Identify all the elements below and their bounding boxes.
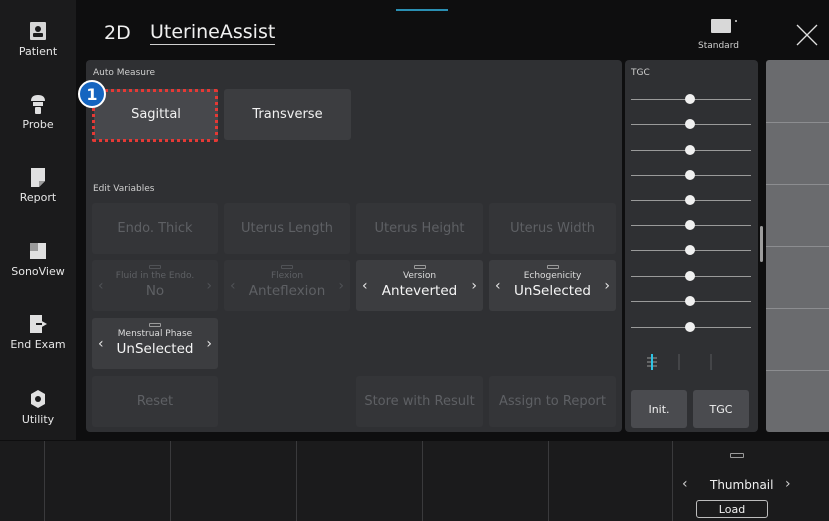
tgc-slider-handle[interactable] (685, 322, 695, 332)
tgc-slider-handle[interactable] (685, 271, 695, 281)
close-icon[interactable] (794, 22, 820, 48)
utility-icon (31, 390, 45, 408)
end-exam-icon (30, 315, 47, 333)
selector-value: Anteverted (381, 283, 458, 299)
thumbnail-divider (766, 370, 829, 371)
thumbnail-strip[interactable] (766, 60, 829, 432)
thumbnail-divider (766, 122, 829, 123)
bottom-divider (548, 441, 549, 521)
uterine-assist-panel: Auto Measure Sagittal Transverse Edit Va… (86, 60, 622, 432)
endo-thick-button[interactable]: Endo. Thick (92, 203, 218, 254)
sidebar-item-patient[interactable]: Patient (0, 20, 76, 58)
tgc-preset-curve-icon[interactable] (643, 350, 743, 374)
chevron-left-icon[interactable]: ‹ (682, 476, 688, 492)
tgc-slider-handle[interactable] (685, 94, 695, 104)
selector-caption: Fluid in the Endo. (115, 271, 195, 281)
chevron-right-icon[interactable]: › (604, 278, 610, 294)
selector-handle (149, 323, 161, 327)
selector-handle (149, 265, 161, 269)
imaging-mode: 2D (104, 22, 131, 44)
selector-caption: Version (402, 271, 437, 281)
sidebar-item-label: Report (19, 191, 57, 204)
preset-icon[interactable] (711, 19, 731, 33)
bottom-divider (296, 441, 297, 521)
echogenicity-selector[interactable]: ‹ Echogenicity UnSelected › (489, 260, 616, 311)
sidebar-item-label: SonoView (11, 265, 65, 278)
auto-measure-title: Auto Measure (93, 68, 156, 78)
selector-handle (413, 265, 426, 269)
uterus-width-button[interactable]: Uterus Width (489, 203, 616, 254)
page-title: UterineAssist (150, 21, 276, 45)
tgc-slider-handle[interactable] (685, 170, 695, 180)
assign-to-report-button[interactable]: Assign to Report (489, 376, 616, 427)
tgc-slider-handle[interactable] (685, 119, 695, 129)
menstrual-phase-selector[interactable]: ‹ Menstrual Phase UnSelected › (92, 318, 218, 369)
sidebar-item-label: Probe (22, 118, 54, 131)
uterus-length-button[interactable]: Uterus Length (224, 203, 350, 254)
thumbnail-divider (766, 246, 829, 247)
selector-caption: Echogenicity (523, 271, 582, 281)
preset-label[interactable]: Standard (698, 41, 739, 51)
version-selector[interactable]: ‹ Version Anteverted › (356, 260, 483, 311)
flexion-selector[interactable]: ‹ Flexion Anteflexion › (224, 260, 350, 311)
uterus-height-button[interactable]: Uterus Height (356, 203, 483, 254)
sidebar-item-end-exam[interactable]: End Exam (0, 313, 76, 351)
bottom-divider (672, 441, 673, 521)
sidebar-item-report[interactable]: Report (0, 166, 76, 204)
tgc-slider-handle[interactable] (685, 220, 695, 230)
selector-caption: Menstrual Phase (117, 329, 193, 339)
preset-indicator-dot (735, 20, 737, 22)
bottom-divider (44, 441, 45, 521)
chevron-right-icon[interactable]: › (785, 476, 791, 492)
patient-icon (30, 22, 46, 40)
tgc-panel: TGC Init. TGC (625, 60, 758, 432)
bottom-divider (170, 441, 171, 521)
tgc-slider-handle[interactable] (685, 296, 695, 306)
chevron-right-icon[interactable]: › (206, 278, 212, 294)
panel-resize-handle[interactable] (760, 226, 763, 262)
sidebar-item-label: Utility (21, 413, 55, 426)
selector-handle (281, 265, 293, 269)
step-badge: 1 (78, 80, 106, 108)
sidebar-item-sonoview[interactable]: SonoView (0, 240, 76, 278)
sidebar-item-utility[interactable]: Utility (0, 388, 76, 426)
thumbnail-label: Thumbnail (710, 478, 774, 492)
sonoview-icon (30, 243, 46, 259)
tgc-slider-handle[interactable] (685, 145, 695, 155)
sidebar-item-label: Patient (18, 45, 58, 58)
probe-icon (31, 95, 45, 114)
load-button[interactable]: Load (696, 500, 768, 518)
store-with-result-button[interactable]: Store with Result (356, 376, 483, 427)
left-sidebar: Patient Probe Report SonoView End Exam U… (0, 0, 76, 440)
reset-button[interactable]: Reset (92, 376, 218, 427)
sagittal-button[interactable]: Sagittal (94, 89, 218, 140)
tgc-slider-handle[interactable] (685, 245, 695, 255)
sidebar-item-probe[interactable]: Probe (0, 93, 76, 131)
bottom-divider (422, 441, 423, 521)
selector-caption: Flexion (270, 271, 304, 281)
tgc-toggle-button[interactable]: TGC (693, 390, 749, 428)
thumbnail-knob-handle (730, 453, 744, 458)
selector-handle (546, 265, 559, 269)
report-icon (31, 168, 45, 187)
selector-value: Anteflexion (248, 283, 326, 299)
thumbnail-divider (766, 308, 829, 309)
chevron-right-icon[interactable]: › (338, 278, 344, 294)
thumbnail-divider (766, 184, 829, 185)
selector-value: No (145, 283, 165, 299)
tgc-init-button[interactable]: Init. (631, 390, 687, 428)
top-indicator (396, 9, 448, 11)
edit-variables-title: Edit Variables (93, 184, 155, 194)
chevron-right-icon[interactable]: › (206, 336, 212, 352)
tgc-slider-handle[interactable] (685, 195, 695, 205)
selector-value: UnSelected (514, 283, 591, 299)
fluid-in-endo-selector[interactable]: ‹ Fluid in the Endo. No › (92, 260, 218, 311)
transverse-button[interactable]: Transverse (224, 89, 351, 140)
tgc-title: TGC (631, 68, 650, 78)
selector-value: UnSelected (116, 341, 194, 357)
sidebar-item-label: End Exam (10, 338, 66, 351)
chevron-right-icon[interactable]: › (471, 278, 477, 294)
